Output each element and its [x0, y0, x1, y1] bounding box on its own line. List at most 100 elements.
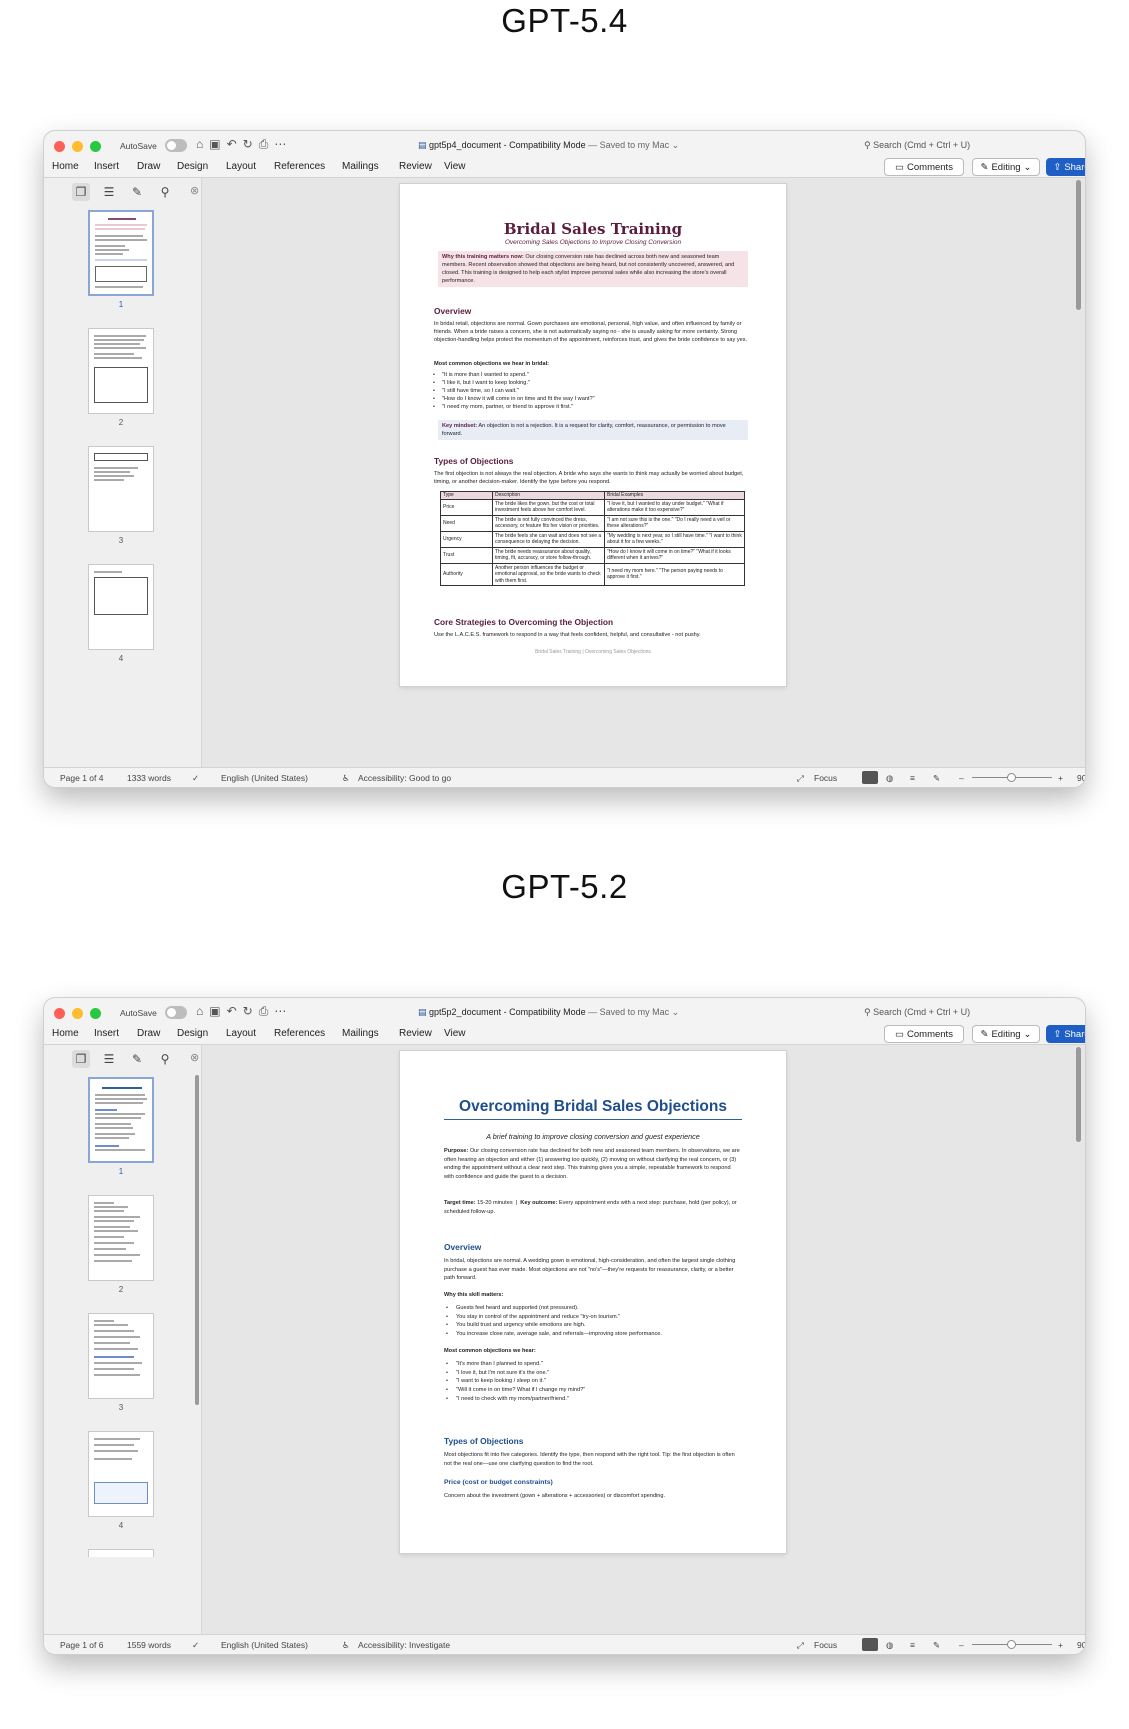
headings-icon[interactable]: ☰ — [100, 183, 118, 201]
page-indicator[interactable]: Page 1 of 4 — [60, 773, 103, 783]
share-button[interactable]: ⇪Share⌄ — [1046, 158, 1085, 176]
tab-design[interactable]: Design — [177, 1028, 208, 1039]
zoom-slider-thumb[interactable] — [1007, 773, 1016, 782]
table-row: Authority Another person influences the b… — [440, 562, 745, 586]
print-layout-icon[interactable] — [862, 771, 878, 784]
tab-home[interactable]: Home — [52, 1028, 79, 1039]
tab-layout[interactable]: Layout — [226, 1028, 256, 1039]
draft-view-icon[interactable]: ✎ — [933, 773, 940, 784]
close-window-button[interactable] — [54, 1008, 65, 1019]
autosave-toggle[interactable] — [165, 1006, 187, 1019]
search-icon[interactable]: ⚲ — [156, 1050, 174, 1068]
tab-insert[interactable]: Insert — [94, 1028, 119, 1039]
zoom-in-button[interactable]: + — [1058, 773, 1063, 783]
close-window-button[interactable] — [54, 141, 65, 152]
page-thumbnail[interactable] — [88, 1549, 154, 1557]
comments-button[interactable]: ▭ Comments — [884, 158, 964, 176]
vertical-scrollbar[interactable] — [1076, 180, 1081, 310]
zoom-level[interactable]: 90% — [1077, 773, 1085, 783]
tab-view[interactable]: View — [444, 1028, 466, 1039]
zoom-in-button[interactable]: + — [1058, 1640, 1063, 1650]
tab-draw[interactable]: Draw — [137, 161, 160, 172]
word-count[interactable]: 1333 words — [127, 773, 171, 783]
document-page[interactable]: Bridal Sales Training Overcoming Sales O… — [400, 184, 786, 686]
page-thumbnail[interactable] — [88, 1195, 154, 1281]
tab-view[interactable]: View — [444, 161, 466, 172]
home-icon[interactable]: ⌂ — [196, 1004, 203, 1019]
page-thumbnail[interactable] — [88, 1313, 154, 1399]
more-icon[interactable]: ⋯ — [274, 1004, 286, 1019]
page-thumbnail[interactable] — [88, 564, 154, 650]
undo-icon[interactable]: ↶ — [227, 137, 237, 152]
page-thumbnail[interactable] — [88, 1077, 154, 1163]
redo-icon[interactable]: ↻ — [243, 137, 253, 152]
thumbnails-icon[interactable]: ❐ — [72, 1050, 90, 1068]
edit-icon[interactable]: ✎ — [128, 1050, 146, 1068]
zoom-window-button[interactable] — [90, 141, 101, 152]
autosave-toggle[interactable] — [165, 139, 187, 152]
tab-insert[interactable]: Insert — [94, 161, 119, 172]
tab-review[interactable]: Review — [399, 161, 432, 172]
save-icon[interactable]: ▣ — [209, 137, 220, 152]
vertical-scrollbar[interactable] — [1076, 1047, 1081, 1142]
undo-icon[interactable]: ↶ — [227, 1004, 237, 1019]
tab-mailings[interactable]: Mailings — [342, 161, 379, 172]
tab-references[interactable]: References — [274, 161, 325, 172]
search-box[interactable]: ⚲ Search (Cmd + Ctrl + U) — [864, 140, 970, 151]
proofing-icon[interactable]: ✓ — [192, 773, 199, 784]
search-box[interactable]: ⚲ Search (Cmd + Ctrl + U) — [864, 1007, 970, 1018]
web-layout-icon[interactable]: ◍ — [886, 773, 893, 784]
objections-list: "It's more than I planned to spend.""I l… — [456, 1360, 585, 1403]
print-layout-icon[interactable] — [862, 1638, 878, 1651]
print-icon[interactable]: ⎙ — [259, 1004, 269, 1019]
web-layout-icon[interactable]: ◍ — [886, 1640, 893, 1651]
tab-layout[interactable]: Layout — [226, 161, 256, 172]
word-count[interactable]: 1559 words — [127, 1640, 171, 1650]
tab-review[interactable]: Review — [399, 1028, 432, 1039]
language-indicator[interactable]: English (United States) — [221, 773, 308, 783]
focus-button[interactable]: Focus — [814, 1640, 837, 1650]
minimize-window-button[interactable] — [72, 141, 83, 152]
zoom-level[interactable]: 90% — [1077, 1640, 1085, 1650]
proofing-icon[interactable]: ✓ — [192, 1640, 199, 1651]
headings-icon[interactable]: ☰ — [100, 1050, 118, 1068]
zoom-window-button[interactable] — [90, 1008, 101, 1019]
save-icon[interactable]: ▣ — [209, 1004, 220, 1019]
zoom-out-button[interactable]: – — [959, 1640, 964, 1650]
edit-icon[interactable]: ✎ — [128, 183, 146, 201]
thumbnails-icon[interactable]: ❐ — [72, 183, 90, 201]
zoom-out-button[interactable]: – — [959, 773, 964, 783]
redo-icon[interactable]: ↻ — [243, 1004, 253, 1019]
editing-button[interactable]: ✎ Editing ⌄ — [972, 1025, 1040, 1043]
page-thumbnail[interactable] — [88, 210, 154, 296]
sidebar-scrollbar[interactable] — [195, 1075, 199, 1405]
page-indicator[interactable]: Page 1 of 6 — [60, 1640, 103, 1650]
accessibility-status[interactable]: Accessibility: Investigate — [358, 1640, 450, 1650]
share-button[interactable]: ⇪Share⌄ — [1046, 1025, 1085, 1043]
comments-button[interactable]: ▭ Comments — [884, 1025, 964, 1043]
close-pane-icon[interactable]: ⊗ — [190, 1051, 199, 1064]
tab-draw[interactable]: Draw — [137, 1028, 160, 1039]
more-icon[interactable]: ⋯ — [274, 137, 286, 152]
language-indicator[interactable]: English (United States) — [221, 1640, 308, 1650]
minimize-window-button[interactable] — [72, 1008, 83, 1019]
close-pane-icon[interactable]: ⊗ — [190, 184, 199, 197]
zoom-slider-thumb[interactable] — [1007, 1640, 1016, 1649]
page-thumbnail[interactable] — [88, 446, 154, 532]
print-icon[interactable]: ⎙ — [259, 137, 269, 152]
focus-button[interactable]: Focus — [814, 773, 837, 783]
tab-design[interactable]: Design — [177, 161, 208, 172]
outline-view-icon[interactable]: ≡ — [910, 1640, 915, 1650]
page-thumbnail[interactable] — [88, 328, 154, 414]
outline-view-icon[interactable]: ≡ — [910, 773, 915, 783]
search-icon[interactable]: ⚲ — [156, 183, 174, 201]
tab-home[interactable]: Home — [52, 161, 79, 172]
home-icon[interactable]: ⌂ — [196, 137, 203, 152]
accessibility-status[interactable]: Accessibility: Good to go — [358, 773, 451, 783]
tab-references[interactable]: References — [274, 1028, 325, 1039]
document-page[interactable]: Overcoming Bridal Sales Objections A bri… — [400, 1051, 786, 1553]
page-thumbnail[interactable] — [88, 1431, 154, 1517]
tab-mailings[interactable]: Mailings — [342, 1028, 379, 1039]
editing-button[interactable]: ✎ Editing ⌄ — [972, 158, 1040, 176]
draft-view-icon[interactable]: ✎ — [933, 1640, 940, 1651]
